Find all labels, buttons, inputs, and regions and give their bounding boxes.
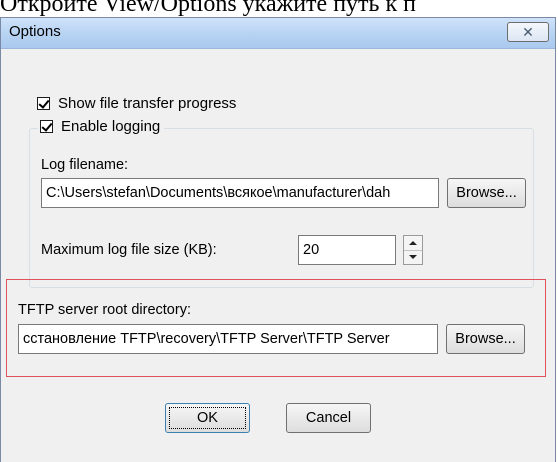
enable-logging-checkbox-row[interactable]: Enable logging <box>38 118 165 135</box>
cancel-button[interactable]: Cancel <box>286 403 371 433</box>
close-icon: ✕ <box>522 23 534 40</box>
tftp-root-field[interactable]: сстановление TFTP\recovery\TFTP Server\T… <box>18 324 438 354</box>
arrow-down-icon <box>409 255 417 259</box>
dialog-client-area: Show file transfer progress Enable loggi… <box>6 49 549 462</box>
enable-logging-checkbox[interactable] <box>40 120 53 133</box>
max-log-size-label: Maximum log file size (KB): <box>41 242 217 258</box>
options-dialog: Options ✕ Show file transfer progress En… <box>0 17 556 462</box>
enable-logging-label: Enable logging <box>61 118 161 135</box>
arrow-up-icon <box>409 241 417 245</box>
log-filename-field[interactable]: C:\Users\stefan\Documents\всякое\manufac… <box>41 178 439 208</box>
dialog-title: Options <box>9 23 61 40</box>
log-filename-label: Log filename: <box>41 157 129 173</box>
show-progress-checkbox-row[interactable]: Show file transfer progress <box>37 95 236 112</box>
ok-button[interactable]: OK <box>165 403 250 433</box>
tftp-browse-button[interactable]: Browse... <box>446 324 525 354</box>
spin-up-button[interactable] <box>404 236 422 251</box>
log-browse-button[interactable]: Browse... <box>447 178 526 208</box>
show-progress-checkbox[interactable] <box>37 97 50 110</box>
spin-down-button[interactable] <box>404 250 422 264</box>
logging-groupbox: Enable logging Log filename: C:\Users\st… <box>29 118 534 288</box>
title-bar[interactable]: Options ✕ <box>1 18 555 49</box>
max-log-size-spinner[interactable] <box>403 235 423 265</box>
max-log-size-field[interactable]: 20 <box>298 235 396 265</box>
document-caption: Откройте View/Options укажите путь к п <box>0 0 416 17</box>
close-button[interactable]: ✕ <box>507 22 549 42</box>
show-progress-label: Show file transfer progress <box>58 95 237 112</box>
tftp-root-label: TFTP server root directory: <box>18 302 191 318</box>
